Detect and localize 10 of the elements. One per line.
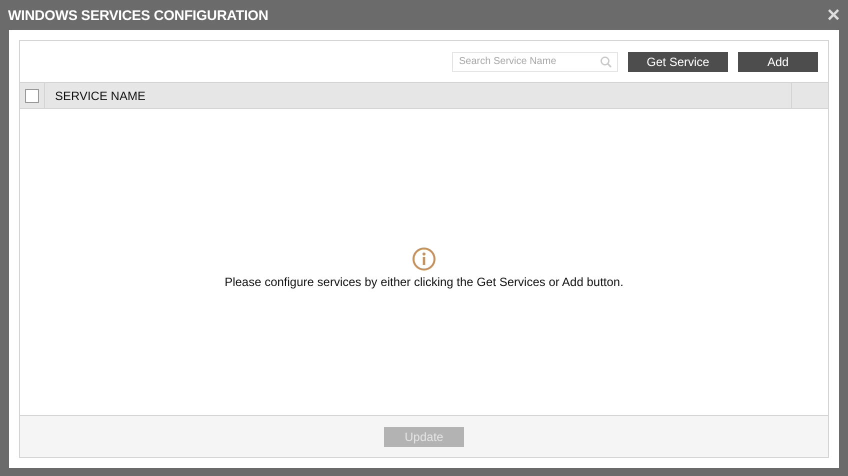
toolbar-button[interactable]: Get Service <box>628 52 728 72</box>
search-field[interactable]: Search Service Name <box>452 52 618 72</box>
close-button[interactable]: × <box>827 4 840 26</box>
toolbar-button[interactable]: Add <box>738 52 818 72</box>
select-all-checkbox[interactable] <box>25 88 39 102</box>
window-title: WINDOWS SERVICES CONFIGURATION <box>8 7 268 23</box>
column-header: SERVICE NAME <box>54 88 146 102</box>
info-icon <box>412 247 436 271</box>
search-icon <box>600 56 612 68</box>
empty-message: Please configure services by either clicking the Get Services or Add button. <box>224 275 624 289</box>
